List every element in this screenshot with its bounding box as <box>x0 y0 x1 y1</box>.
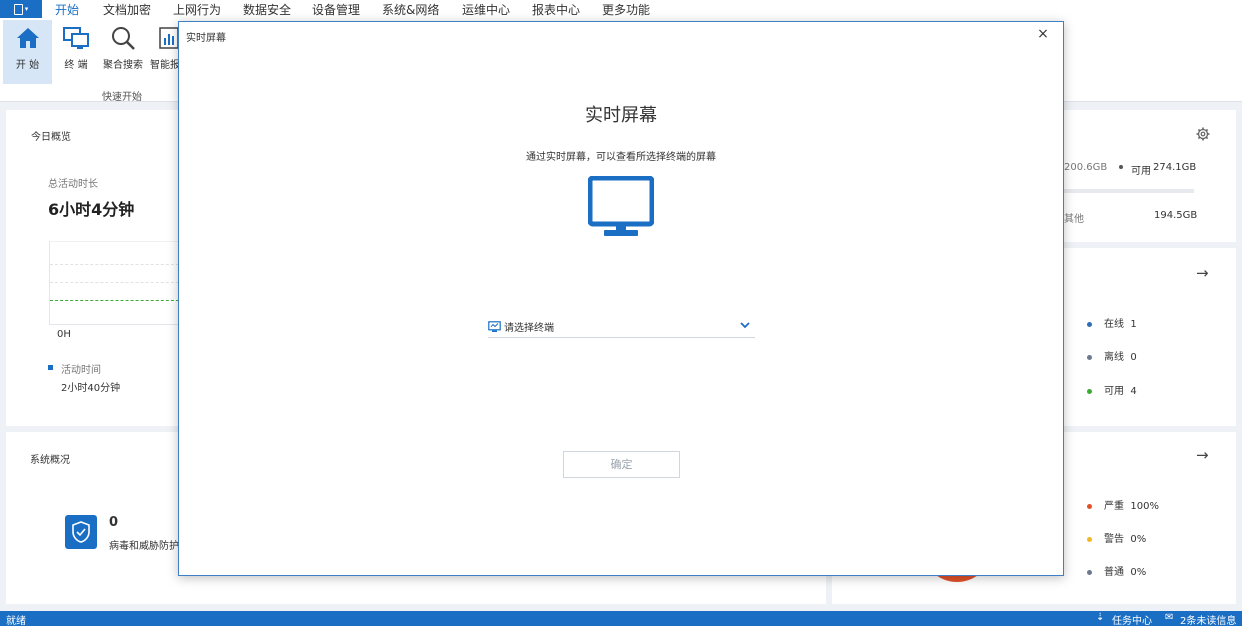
severe-dot <box>1087 503 1092 509</box>
chevron-down-icon <box>740 322 750 329</box>
storage-available-value: 274.1GB <box>1153 162 1197 173</box>
legend-label: 活动时间 <box>61 365 101 376</box>
dialog-title: 实时屏幕 <box>186 33 226 44</box>
threat-protection-label: 病毒和威胁防护 <box>109 541 179 552</box>
realtime-screen-dialog: 实时屏幕 × 实时屏幕 通过实时屏幕，可以查看所选择终端的屏幕 请选择终端 确定 <box>178 21 1064 576</box>
download-icon: ⇣ <box>1096 612 1105 623</box>
terminal-small-icon <box>488 320 501 332</box>
offline-value: 0 <box>1130 352 1137 363</box>
total-activity-label: 总活动时长 <box>48 179 98 190</box>
today-overview-title: 今日概览 <box>31 132 71 143</box>
storage-other-value: 194.5GB <box>1154 210 1198 221</box>
status-ready: 就绪 <box>6 616 26 626</box>
chart-axis-label: 0H <box>57 329 71 340</box>
menu-ops-center[interactable]: 运维中心 <box>462 1 510 18</box>
terminal-select-placeholder: 请选择终端 <box>504 323 554 334</box>
terminal-online-row: 在线 1 <box>1087 315 1137 330</box>
menu-report-center[interactable]: 报表中心 <box>532 1 580 18</box>
unread-messages-link[interactable]: 2条未读信息 <box>1180 612 1236 626</box>
dialog-description: 通过实时屏幕，可以查看所选择终端的屏幕 <box>526 152 716 163</box>
total-activity-value: 6小时4分钟 <box>48 200 135 219</box>
terminals-icon <box>63 27 89 49</box>
system-overview-title: 系统概况 <box>30 455 70 466</box>
warning-dot <box>1087 536 1092 542</box>
severe-value: 100% <box>1130 501 1159 512</box>
normal-label: 普通 <box>1104 567 1124 578</box>
ribbon-smart-report-button[interactable]: 智能报 <box>148 20 180 84</box>
status-bar: 就绪 ⇣ 任务中心 ✉ 2条未读信息 <box>0 611 1242 626</box>
menu-system-network[interactable]: 系统&网络 <box>382 1 439 18</box>
home-icon <box>16 28 39 48</box>
menu-start[interactable]: 开始 <box>55 1 80 20</box>
gear-icon[interactable] <box>1196 127 1210 141</box>
ribbon-group-label: 快速开始 <box>102 92 142 103</box>
online-value: 1 <box>1130 319 1137 330</box>
alert-severe-row: 严重 100% <box>1087 497 1159 512</box>
confirm-button[interactable]: 确定 <box>563 451 680 478</box>
close-icon[interactable]: × <box>1035 26 1051 42</box>
ribbon-search-button[interactable]: 聚合搜索 <box>100 20 146 84</box>
menu-device-management[interactable]: 设备管理 <box>312 1 360 18</box>
available-dot <box>1087 388 1092 394</box>
caret-down-icon: ▾ <box>24 5 29 13</box>
ribbon-smart-report-label: 智能报 <box>150 60 180 71</box>
storage-available-label: 可用 <box>1131 166 1151 177</box>
ribbon-terminal-label: 终 端 <box>64 60 88 71</box>
menu-bar: ▾ 开始 文档加密 上网行为 数据安全 设备管理 系统&网络 运维中心 报表中心… <box>0 0 1242 20</box>
alert-warning-row: 警告 0% <box>1087 530 1146 545</box>
monitor-icon <box>588 176 654 236</box>
storage-available-dot <box>1119 165 1123 169</box>
severe-label: 严重 <box>1104 501 1124 512</box>
search-icon <box>112 27 135 50</box>
offline-label: 离线 <box>1104 352 1124 363</box>
storage-other-label: 其他 <box>1064 214 1084 225</box>
legend-value: 2小时40分钟 <box>61 383 121 394</box>
menu-data-security[interactable]: 数据安全 <box>243 1 291 18</box>
menu-web-behavior[interactable]: 上网行为 <box>173 1 221 18</box>
normal-dot <box>1087 569 1092 575</box>
storage-used-value: 200.6GB <box>1064 162 1108 173</box>
warning-label: 警告 <box>1104 534 1124 545</box>
available-value: 4 <box>1130 386 1137 397</box>
arrow-right-icon[interactable]: → <box>1196 264 1209 282</box>
dialog-heading: 实时屏幕 <box>585 105 657 126</box>
document-icon <box>13 3 23 15</box>
ribbon-search-label: 聚合搜索 <box>103 60 143 71</box>
alert-normal-row: 普通 0% <box>1087 563 1146 578</box>
normal-value: 0% <box>1130 567 1147 578</box>
terminal-select[interactable]: 请选择终端 <box>488 316 755 338</box>
menu-more[interactable]: 更多功能 <box>602 1 650 18</box>
ribbon-home-button[interactable]: 开 始 <box>3 20 52 84</box>
warning-value: 0% <box>1130 534 1147 545</box>
terminal-available-row: 可用 4 <box>1087 382 1137 397</box>
menu-doc-encrypt[interactable]: 文档加密 <box>103 1 151 18</box>
ribbon-terminal-button[interactable]: 终 端 <box>56 20 96 84</box>
offline-dot <box>1087 354 1092 360</box>
storage-bar <box>1064 189 1194 193</box>
online-dot <box>1087 321 1092 327</box>
threat-count: 0 <box>109 515 119 530</box>
task-center-link[interactable]: 任务中心 <box>1112 612 1152 626</box>
app-menu-button[interactable]: ▾ <box>0 0 42 18</box>
available-label: 可用 <box>1104 386 1124 397</box>
alert-arrow-right-icon[interactable]: → <box>1196 446 1209 464</box>
shield-icon <box>65 515 97 549</box>
ribbon-home-label: 开 始 <box>15 60 40 71</box>
online-label: 在线 <box>1104 319 1124 330</box>
terminal-offline-row: 离线 0 <box>1087 348 1137 363</box>
message-icon: ✉ <box>1165 612 1174 623</box>
legend-swatch <box>48 365 53 370</box>
activity-chart <box>49 241 189 325</box>
